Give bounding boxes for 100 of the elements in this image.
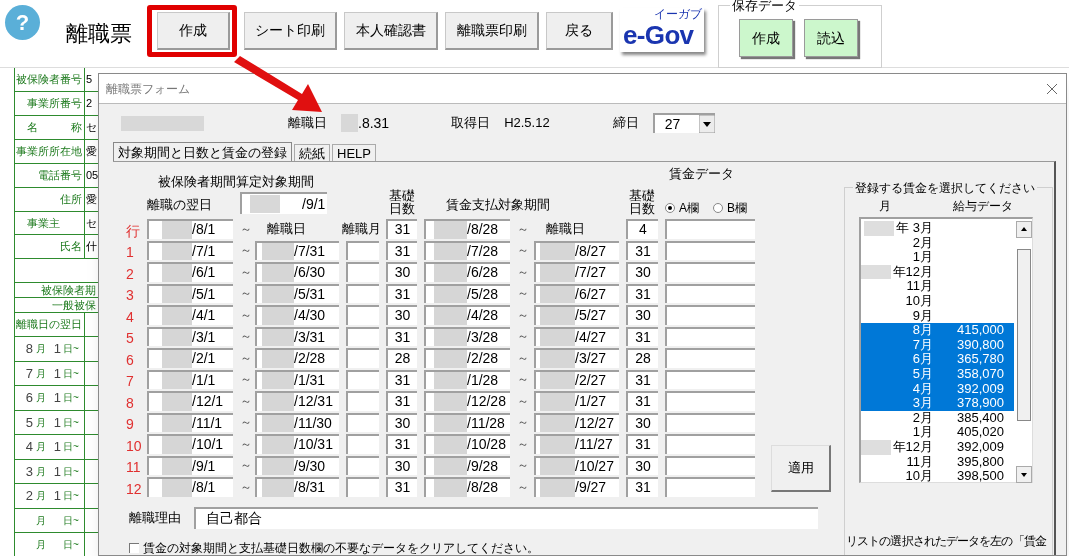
input-field[interactable] — [665, 391, 755, 411]
list-item[interactable]: 11月 395,800 — [861, 454, 1014, 470]
input-field[interactable] — [346, 305, 379, 325]
closing-day-dropdown[interactable]: 27 — [652, 113, 715, 133]
list-item[interactable]: 11月 — [861, 279, 1014, 294]
input-field[interactable]: /9/28 — [424, 455, 510, 475]
input-field[interactable]: /9/30 — [255, 455, 339, 475]
input-field[interactable]: /10/1 — [147, 434, 233, 454]
save-button[interactable]: 作成 — [739, 19, 793, 57]
input-field[interactable] — [346, 455, 379, 475]
input-field[interactable]: /2/27 — [534, 369, 619, 389]
input-field[interactable]: /8/28 — [424, 219, 510, 239]
input-field[interactable]: 30 — [386, 455, 417, 475]
toolbar-button[interactable]: 本人確認書 — [344, 12, 438, 50]
input-field[interactable]: /11/30 — [255, 412, 339, 432]
clear-data-checkbox[interactable]: 賃金の対象期間と支払基礎日数欄の不要なデータをクリアしてください。 — [129, 538, 821, 555]
input-field[interactable]: 31 — [386, 434, 417, 454]
input-field[interactable] — [346, 477, 379, 497]
input-field[interactable]: /8/1 — [147, 477, 233, 497]
logo[interactable]: イーガブ e-Gov — [620, 8, 704, 52]
scroll-down-icon[interactable] — [1016, 466, 1032, 483]
input-field[interactable]: 31 — [626, 391, 658, 411]
input-field[interactable]: /3/28 — [424, 326, 510, 346]
input-field[interactable]: /4/30 — [255, 305, 339, 325]
input-field[interactable]: /7/27 — [534, 262, 619, 282]
input-field[interactable]: /1/27 — [534, 391, 619, 411]
input-field[interactable] — [665, 305, 755, 325]
input-field[interactable]: /5/31 — [255, 283, 339, 303]
dropdown-arrow-icon[interactable] — [698, 115, 715, 133]
list-item[interactable]: 10月 398,500 — [861, 469, 1014, 484]
input-field[interactable] — [665, 240, 755, 260]
toolbar-button[interactable]: 作成 — [157, 12, 230, 50]
tab[interactable]: 対象期間と日数と賃金の登録 — [113, 142, 292, 161]
input-field[interactable]: /2/28 — [424, 348, 510, 368]
input-field[interactable] — [346, 412, 379, 432]
input-field[interactable]: /7/28 — [424, 240, 510, 260]
input-field[interactable]: /12/28 — [424, 391, 510, 411]
list-item[interactable]: 1月 405,020 — [861, 425, 1014, 440]
input-field[interactable]: /11/1 — [147, 412, 233, 432]
input-field[interactable]: /12/1 — [147, 391, 233, 411]
input-field[interactable]: /6/28 — [424, 262, 510, 282]
input-field[interactable]: 30 — [386, 305, 417, 325]
input-field[interactable]: /7/1 — [147, 240, 233, 260]
input-field[interactable]: 30 — [626, 412, 658, 432]
save-button[interactable]: 読込 — [804, 19, 858, 57]
input-field[interactable] — [665, 434, 755, 454]
input-field[interactable]: /10/28 — [424, 434, 510, 454]
input-field[interactable]: /1/1 — [147, 369, 233, 389]
input-field[interactable]: 30 — [626, 262, 658, 282]
input-field[interactable] — [346, 326, 379, 346]
apply-button[interactable]: 適用 — [771, 445, 831, 492]
list-item[interactable]: 2月 385,400 — [861, 410, 1014, 426]
input-field[interactable]: /10/31 — [255, 434, 339, 454]
input-field[interactable]: /8/1 — [147, 219, 233, 239]
input-field[interactable]: /12/31 — [255, 391, 339, 411]
list-item[interactable]: 9月 — [861, 308, 1014, 324]
input-field[interactable]: /4/1 — [147, 305, 233, 325]
input-field[interactable]: /2/28 — [255, 348, 339, 368]
input-field[interactable]: /9/27 — [534, 477, 619, 497]
input-field[interactable]: /1/28 — [424, 369, 510, 389]
radio-option[interactable]: A欄 — [665, 198, 699, 217]
input-field[interactable]: 31 — [386, 283, 417, 303]
scroll-up-icon[interactable] — [1016, 221, 1032, 238]
input-field[interactable]: /3/31 — [255, 326, 339, 346]
input-field[interactable] — [665, 283, 755, 303]
input-field[interactable] — [665, 455, 755, 475]
input-field[interactable]: /4/28 — [424, 305, 510, 325]
toolbar-button[interactable]: シート印刷 — [244, 12, 337, 50]
input-field[interactable] — [346, 348, 379, 368]
list-item[interactable]: 6月 365,780 — [861, 352, 1014, 367]
input-field[interactable]: 31 — [386, 391, 417, 411]
input-field[interactable] — [346, 434, 379, 454]
input-field[interactable]: /2/1 — [147, 348, 233, 368]
list-item[interactable]: 年 3月 — [861, 221, 1014, 236]
input-field[interactable]: 31 — [386, 369, 417, 389]
input-field[interactable]: /4/27 — [534, 326, 619, 346]
list-item[interactable]: 2月 — [861, 235, 1014, 251]
input-field[interactable]: 31 — [386, 326, 417, 346]
input-field[interactable]: /5/27 — [534, 305, 619, 325]
input-field[interactable] — [346, 391, 379, 411]
input-field[interactable] — [346, 369, 379, 389]
input-field[interactable]: /8/31 — [255, 477, 339, 497]
input-field[interactable] — [346, 240, 379, 260]
input-field[interactable]: /5/1 — [147, 283, 233, 303]
list-item[interactable]: 10月 — [861, 293, 1014, 309]
input-field[interactable]: /11/28 — [424, 412, 510, 432]
input-field[interactable]: /11/27 — [534, 434, 619, 454]
input-field[interactable]: /7/31 — [255, 240, 339, 260]
input-field[interactable] — [665, 348, 755, 368]
toolbar-button[interactable]: 離職票印刷 — [445, 12, 539, 50]
input-field[interactable] — [665, 477, 755, 497]
input-field[interactable]: /10/27 — [534, 455, 619, 475]
list-item[interactable]: 3月 378,900 — [861, 396, 1014, 411]
input-field[interactable]: 31 — [626, 326, 658, 346]
input-field[interactable]: 31 — [626, 477, 658, 497]
list-item[interactable]: 1月 — [861, 250, 1014, 265]
input-field[interactable]: 31 — [626, 283, 658, 303]
list-item[interactable]: 年12月 392,009 — [861, 439, 1014, 455]
input-field[interactable] — [346, 262, 379, 282]
input-field[interactable]: /3/1 — [147, 326, 233, 346]
